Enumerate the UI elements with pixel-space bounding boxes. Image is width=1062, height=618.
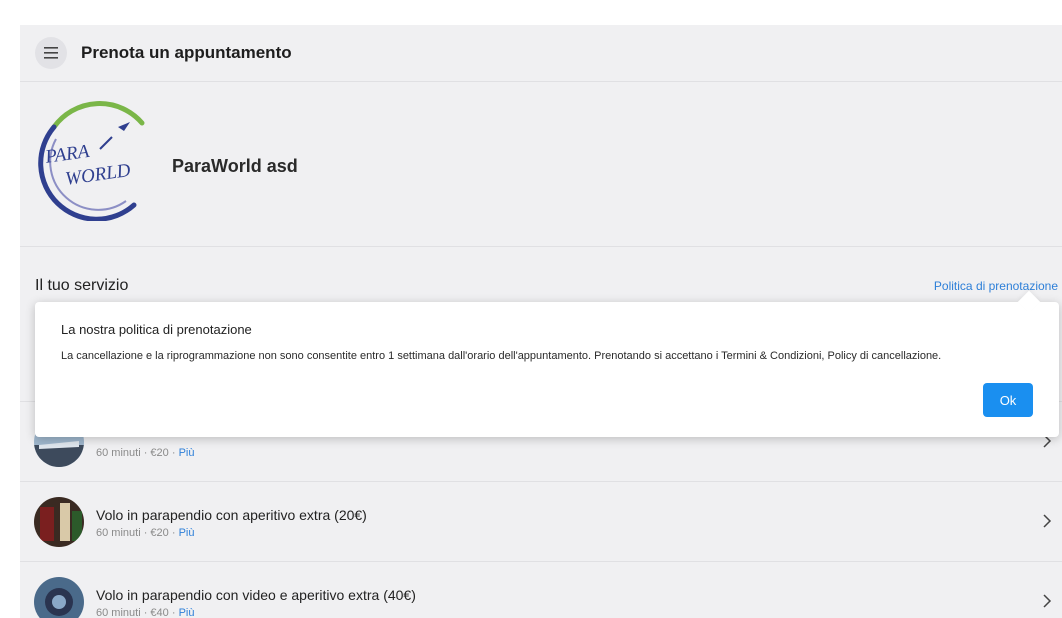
more-link[interactable]: Più: [179, 607, 195, 618]
service-heading: Il tuo servizio: [35, 277, 129, 294]
more-link[interactable]: Più: [179, 447, 195, 459]
service-name: Volo in parapendio con video e aperitivo…: [96, 587, 416, 603]
business-name: ParaWorld asd: [172, 156, 298, 176]
popup-body: La cancellazione e la riprogrammazione n…: [61, 350, 942, 362]
top-bar: Prenota un appuntamento: [20, 25, 1062, 82]
popup-arrow: [1017, 290, 1041, 314]
svg-text:WORLD: WORLD: [64, 160, 132, 190]
service-name: Volo in parapendio con aperitivo extra (…: [96, 507, 367, 523]
service-duration: 60 minuti: [96, 447, 141, 459]
hamburger-icon: [44, 47, 58, 59]
video-photo-icon: [34, 577, 84, 618]
menu-button[interactable]: [35, 37, 67, 69]
chevron-right-icon: [1043, 594, 1052, 608]
ok-button[interactable]: Ok: [983, 383, 1033, 417]
popup-title: La nostra politica di prenotazione: [61, 322, 252, 337]
svg-text:PARA: PARA: [43, 141, 91, 168]
booking-policy-link[interactable]: Politica di prenotazione: [934, 279, 1058, 293]
chevron-right-icon: [1043, 514, 1052, 528]
service-item[interactable]: Volo in parapendio con aperitivo extra (…: [20, 481, 1062, 562]
aperitivo-photo-icon: [34, 497, 84, 547]
more-link[interactable]: Più: [179, 527, 195, 539]
service-duration: 60 minuti: [96, 607, 141, 618]
service-price: €40: [150, 607, 169, 618]
business-header: PARA WORLD ParaWorld asd: [20, 82, 1062, 247]
paraworld-logo: PARA WORLD: [38, 101, 145, 221]
service-duration: 60 minuti: [96, 527, 141, 539]
service-price: €20: [150, 527, 169, 539]
booking-policy-popup: La nostra politica di prenotazione La ca…: [35, 290, 1059, 437]
page-title: Prenota un appuntamento: [81, 43, 292, 62]
service-price: €20: [150, 447, 169, 459]
service-item[interactable]: Volo in parapendio con video e aperitivo…: [20, 561, 1062, 618]
booking-panel: Prenota un appuntamento PARA WORLD ParaW…: [20, 25, 1062, 618]
